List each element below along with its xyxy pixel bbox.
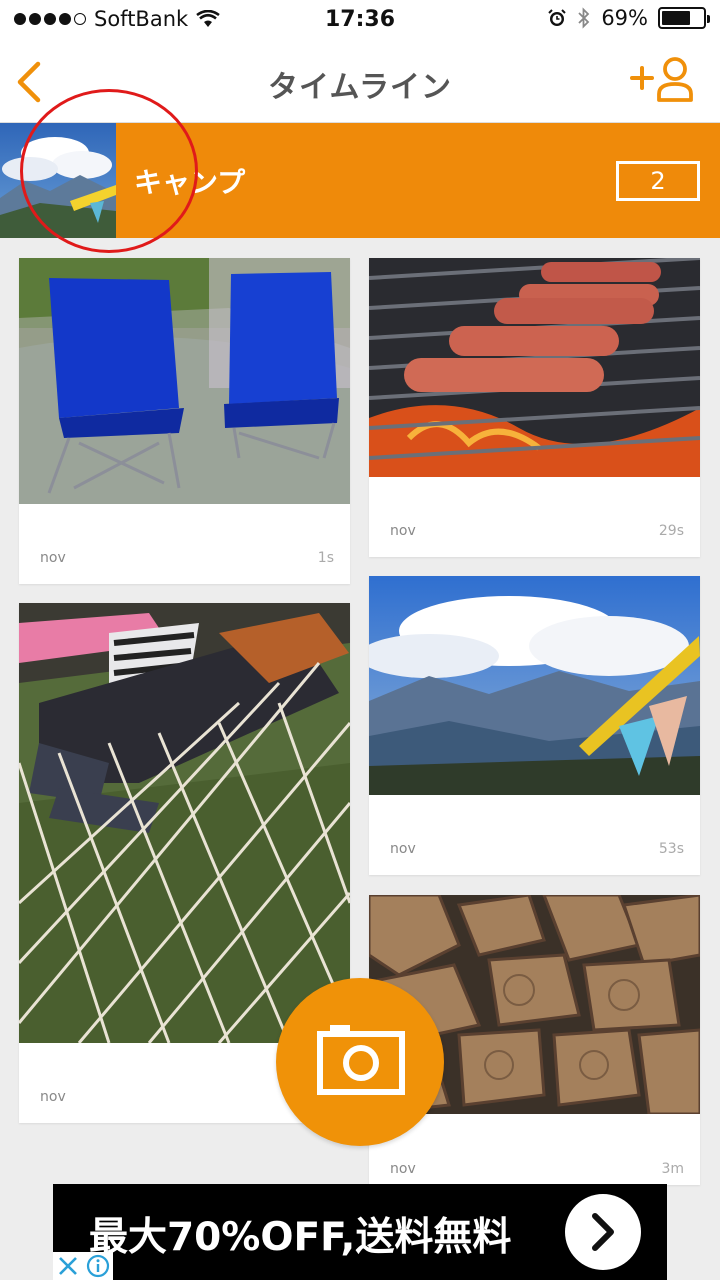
post-photo-grilled-sausages — [369, 258, 700, 477]
post-author: nov — [40, 550, 66, 566]
page-title: タイムライン — [268, 70, 452, 105]
post-author: nov — [40, 1089, 66, 1105]
bluetooth-icon — [578, 7, 590, 29]
status-bar: SoftBank 17:36 69% — [0, 0, 720, 40]
status-right: 69% — [547, 6, 710, 30]
battery-fill — [662, 11, 690, 25]
post-photo-mountain-view — [369, 576, 700, 795]
camera-button[interactable] — [276, 978, 444, 1146]
ad-banner[interactable]: 最大70%OFF,送料無料 — [53, 1184, 667, 1280]
ad-controls — [53, 1252, 113, 1280]
post-photo-camping-chairs — [19, 258, 350, 504]
post-card[interactable]: nov 53s — [369, 576, 700, 875]
ad-arrow-button[interactable] — [565, 1194, 641, 1270]
group-thumbnail[interactable] — [0, 123, 116, 238]
post-author: nov — [390, 523, 416, 539]
post-age: 1s — [317, 550, 334, 566]
post-age: 3m — [661, 1161, 684, 1177]
info-icon[interactable] — [86, 1254, 110, 1278]
post-age: 29s — [658, 523, 684, 539]
alarm-icon — [548, 9, 567, 26]
nav-bar: タイムライン — [0, 40, 720, 123]
battery-icon — [658, 7, 710, 29]
close-icon[interactable] — [57, 1255, 79, 1277]
group-banner[interactable]: キャンプ 2 — [0, 123, 720, 238]
post-age: 53s — [658, 841, 684, 857]
post-card[interactable]: nov 29s — [369, 258, 700, 557]
post-author: nov — [390, 1161, 416, 1177]
post-author: nov — [390, 841, 416, 857]
post-photo-hammock — [19, 603, 350, 1043]
add-member-icon[interactable] — [628, 56, 694, 102]
camera-icon — [317, 1025, 405, 1095]
group-name: キャンプ — [134, 166, 246, 199]
post-card[interactable]: nov 1s — [19, 258, 350, 584]
battery-percent: 69% — [601, 6, 648, 30]
ad-text: 最大70%OFF,送料無料 — [89, 1215, 512, 1260]
chevron-right-icon — [592, 1213, 614, 1251]
group-member-count[interactable]: 2 — [616, 161, 700, 201]
